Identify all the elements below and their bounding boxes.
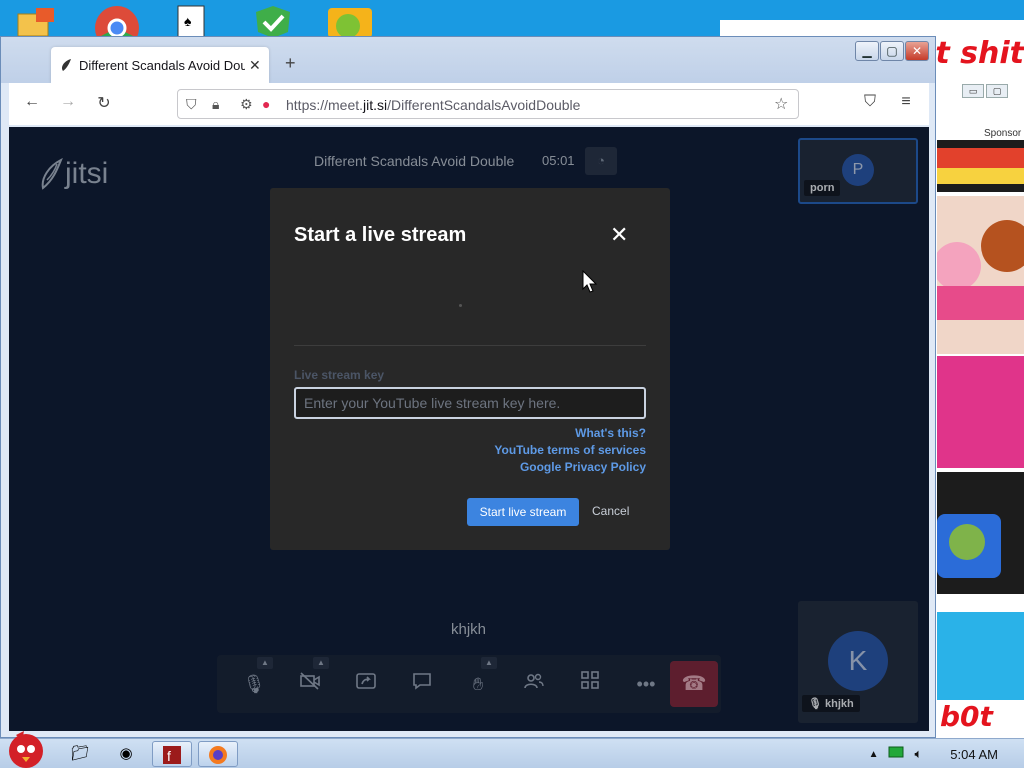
bg-maximize-button[interactable]: ▢	[986, 84, 1008, 98]
loading-spinner	[459, 304, 462, 307]
chrome-taskbar-icon[interactable]: ◉	[106, 741, 146, 767]
microphone-permission-icon[interactable]: ●	[262, 96, 270, 112]
angry-birds-start-icon[interactable]	[2, 729, 50, 768]
lock-icon[interactable]: 🔒︎	[212, 96, 219, 113]
browser-tab[interactable]: Different Scandals Avoid Dou ✕	[51, 47, 269, 83]
close-icon[interactable]: ✕	[610, 222, 628, 248]
jitsi-meeting: jitsi Different Scandals Avoid Double 05…	[9, 127, 929, 731]
firefox-window: Different Scandals Avoid Dou ✕ + ▁ ▢ ✕ ←…	[0, 36, 936, 738]
firefox-taskbar-icon[interactable]	[198, 741, 238, 767]
navigation-bar: ← → ↻ ⛉ 🔒︎ ⚙︎ ● https://meet.jit.si/Diff…	[9, 83, 929, 125]
address-bar[interactable]: ⛉ 🔒︎ ⚙︎ ● https://meet.jit.si/DifferentS…	[177, 89, 799, 119]
stream-key-label: Live stream key	[294, 368, 385, 382]
background-window-controls: ▭ ▢	[962, 84, 1008, 98]
window-controls: ▁ ▢ ✕	[855, 41, 929, 61]
solitaire-desktop-icon[interactable]: ♠	[170, 4, 216, 38]
title-bar: Different Scandals Avoid Dou ✕ + ▁ ▢ ✕	[1, 37, 935, 83]
chrome-desktop-icon[interactable]	[94, 4, 140, 38]
tab-close-icon[interactable]: ✕	[249, 57, 261, 74]
pocket-icon[interactable]: ⛉	[859, 93, 881, 111]
permissions-icon[interactable]: ⚙︎	[240, 96, 253, 113]
google-privacy-link[interactable]: Google Privacy Policy	[520, 460, 646, 474]
desktop-shortcut-icon[interactable]	[14, 4, 60, 38]
start-live-stream-button[interactable]: Start live stream	[467, 498, 579, 526]
papas-scooperia-ad-image[interactable]	[937, 196, 1024, 354]
maximize-button[interactable]: ▢	[880, 41, 904, 61]
clock[interactable]: 5:04 AM	[950, 747, 998, 762]
footer-logo-text: b0t	[940, 700, 993, 733]
dialog-title: Start a live stream	[294, 224, 467, 246]
reload-icon[interactable]: ↻	[93, 93, 115, 113]
tab-title: Different Scandals Avoid Dou	[79, 57, 245, 73]
pink-ad-image[interactable]	[937, 356, 1024, 468]
new-tab-icon[interactable]: +	[285, 53, 296, 74]
whats-this-link[interactable]: What's this?	[575, 426, 646, 440]
taskbar: 📁︎ ◉ f ▲ 🔈︎ 5:04 AM	[0, 731, 1024, 768]
security-shield-desktop-icon[interactable]	[250, 4, 296, 38]
mouse-cursor-icon	[582, 270, 598, 293]
volume-icon[interactable]: 🔈︎	[914, 746, 922, 762]
show-hidden-icons-icon[interactable]: ▲	[869, 749, 879, 760]
menu-icon[interactable]: ≡	[895, 93, 917, 111]
minimize-button[interactable]: ▁	[855, 41, 879, 61]
bg-minimize-button[interactable]: ▭	[962, 84, 984, 98]
stream-key-input[interactable]	[294, 387, 646, 419]
youtube-terms-link[interactable]: YouTube terms of services	[494, 443, 646, 457]
svg-text:f: f	[167, 748, 171, 764]
papa-louie-arcade-ad-image[interactable]	[937, 140, 1024, 192]
background-blue-panel	[937, 612, 1024, 700]
shield-icon[interactable]: ⛉	[186, 96, 197, 113]
file-explorer-taskbar-icon[interactable]: 📁︎	[60, 741, 100, 767]
url-text: https://meet.jit.si/DifferentScandalsAvo…	[286, 97, 581, 113]
network-icon[interactable]	[888, 746, 904, 763]
system-tray: ▲ 🔈︎ 5:04 AM	[869, 739, 1024, 768]
papa-louie-2-ad-image[interactable]	[937, 472, 1024, 594]
flash-taskbar-icon[interactable]: f	[152, 741, 192, 767]
live-stream-dialog: Start a live stream ✕ Live stream key Wh…	[270, 188, 670, 550]
bookmark-star-icon[interactable]: ☆	[774, 94, 788, 114]
bad-piggies-desktop-icon[interactable]	[326, 4, 372, 38]
back-icon[interactable]: ←	[21, 93, 43, 111]
tab-favicon-icon	[61, 59, 71, 71]
close-window-button[interactable]: ✕	[905, 41, 929, 61]
svg-text:♠: ♠	[184, 13, 192, 29]
divider	[294, 345, 646, 346]
cancel-button[interactable]: Cancel	[592, 504, 629, 518]
forward-icon[interactable]: →	[57, 93, 79, 111]
sponsor-label: Sponsor	[984, 128, 1022, 139]
